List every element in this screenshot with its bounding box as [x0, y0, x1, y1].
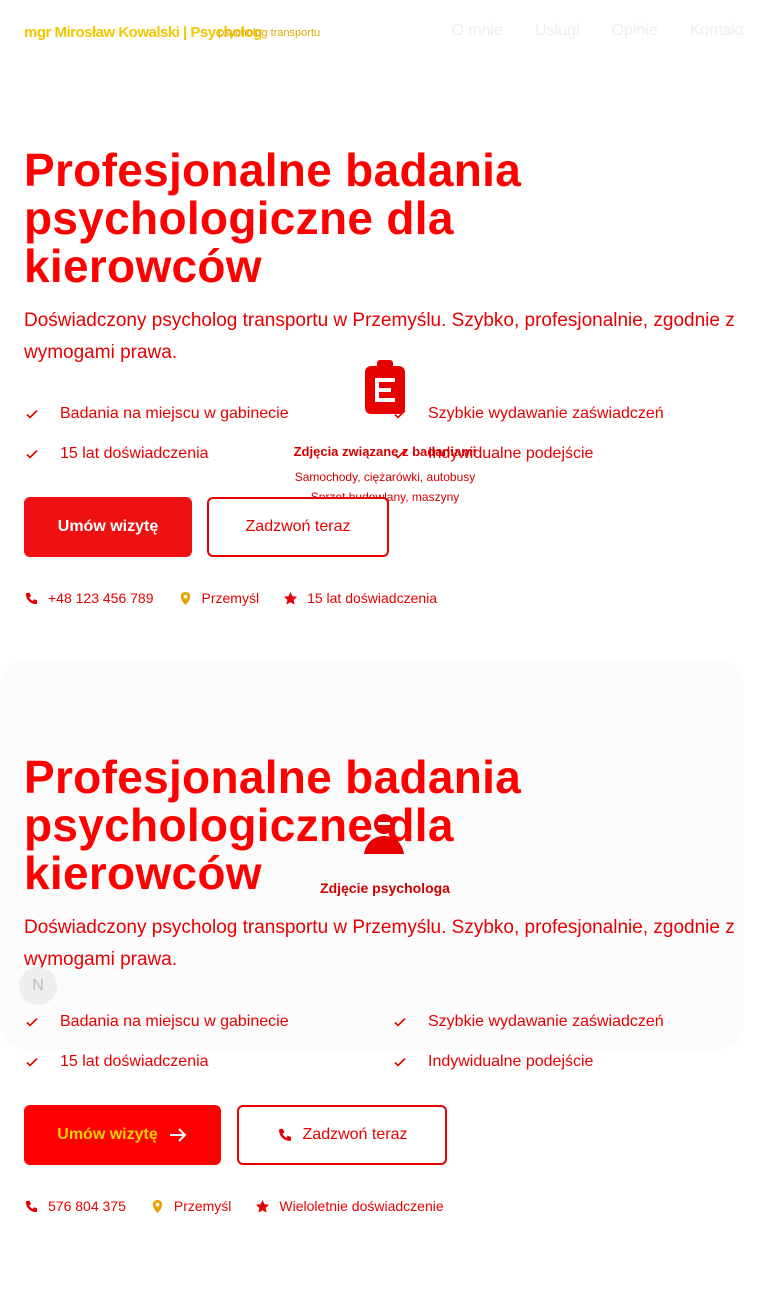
nav-link-reviews[interactable]: Opinie: [611, 22, 657, 40]
contact-phone-text: 576 804 375: [48, 1198, 126, 1214]
contact-experience: 15 lat doświadczenia: [283, 590, 437, 606]
button-label: Zadzwoń teraz: [245, 518, 351, 535]
check-icon: [26, 449, 38, 459]
avatar[interactable]: N: [19, 967, 57, 1005]
vehicle-photo-placeholder: Zdjęcia związane z badaniami Samochody, …: [260, 358, 510, 507]
contact-location: Przemyśl: [150, 1198, 232, 1214]
hero-title: Profesjonalne badania psychologiczne dla…: [24, 144, 522, 292]
check-icon: [394, 1017, 406, 1027]
button-label: Zadzwoń teraz: [302, 1126, 408, 1143]
contact-location: Przemyśl: [178, 590, 260, 606]
feature-list: Badania na miejscu w gabinecie Szybkie w…: [24, 1012, 744, 1071]
phone-icon: [25, 592, 38, 604]
contact-location-text: Przemyśl: [173, 1198, 232, 1214]
feature-label: 15 lat doświadczenia: [60, 445, 209, 462]
star-icon: [283, 591, 298, 605]
contact-strip: +48 123 456 789 Przemyśl 15 lat doświadc…: [24, 590, 437, 606]
brand-subtitle: psycholog transportu: [218, 27, 321, 39]
feature-label: Badania na miejscu w gabinecie: [60, 405, 289, 422]
call-now-button[interactable]: Zadzwoń teraz: [237, 1105, 447, 1165]
feature-item: Szybkie wydawanie zaświadczeń: [392, 1012, 744, 1031]
check-icon: [394, 1057, 406, 1067]
feature-label: Indywidualne podejście: [428, 1053, 594, 1070]
contact-experience-text: 15 lat doświadczenia: [307, 590, 438, 606]
check-icon: [26, 1017, 38, 1027]
contact-location-text: Przemyśl: [201, 590, 260, 606]
book-visit-button[interactable]: Umów wizytę: [24, 497, 192, 557]
contact-phone-text: +48 123 456 789: [48, 590, 154, 606]
nav-link-contact[interactable]: Kontakt: [690, 22, 744, 40]
arrow-right-icon: [169, 1128, 187, 1142]
clipboard-icon: [365, 360, 405, 414]
photo-placeholder-line: Samochody, ciężarówki, autobusy: [294, 470, 476, 484]
button-label: Umów wizytę: [57, 1126, 158, 1143]
person-icon: [364, 814, 404, 854]
feature-item: Indywidualne podejście: [392, 1052, 744, 1071]
contact-phone[interactable]: 576 804 375: [24, 1198, 126, 1214]
location-pin-icon: [180, 591, 190, 605]
check-icon: [26, 1057, 38, 1067]
contact-experience: Wieloletnie doświadczenie: [255, 1198, 444, 1214]
location-pin-icon: [152, 1199, 163, 1213]
phone-icon: [278, 1129, 291, 1141]
book-visit-button[interactable]: Umów wizytę: [24, 1105, 221, 1165]
contact-strip: 576 804 375 Przemyśl Wieloletnie doświad…: [24, 1198, 444, 1214]
button-label: Umów wizytę: [57, 518, 159, 535]
check-icon: [26, 409, 38, 419]
nav-link-services[interactable]: Usługi: [535, 22, 579, 40]
feature-label: Badania na miejscu w gabinecie: [60, 1013, 289, 1030]
phone-icon: [25, 1200, 38, 1212]
hero-title: Profesjonalne badania psychologiczne dla…: [24, 751, 522, 899]
photo-placeholder-title: Zdjęcia związane z badaniami: [293, 444, 477, 459]
nav-links: O mnie Usługi Opinie Kontakt: [451, 22, 744, 40]
call-now-button[interactable]: Zadzwoń teraz: [207, 497, 389, 557]
contact-phone[interactable]: +48 123 456 789: [24, 590, 154, 606]
feature-label: 15 lat doświadczenia: [60, 1053, 209, 1070]
psychologist-photo-label: Zdjęcie psychologa: [320, 880, 450, 896]
feature-item: 15 lat doświadczenia: [24, 1052, 392, 1071]
nav-link-about[interactable]: O mnie: [451, 22, 503, 40]
contact-experience-text: Wieloletnie doświadczenie: [279, 1198, 444, 1214]
hero-description: Doświadczony psycholog transportu w Prze…: [24, 917, 735, 970]
feature-item: Badania na miejscu w gabinecie: [24, 1012, 392, 1031]
top-navigation: mgr Mirosław Kowalski | Psycholog psycho…: [0, 0, 768, 64]
feature-label: Szybkie wydawanie zaświadczeń: [428, 1013, 664, 1030]
star-icon: [256, 1199, 270, 1213]
